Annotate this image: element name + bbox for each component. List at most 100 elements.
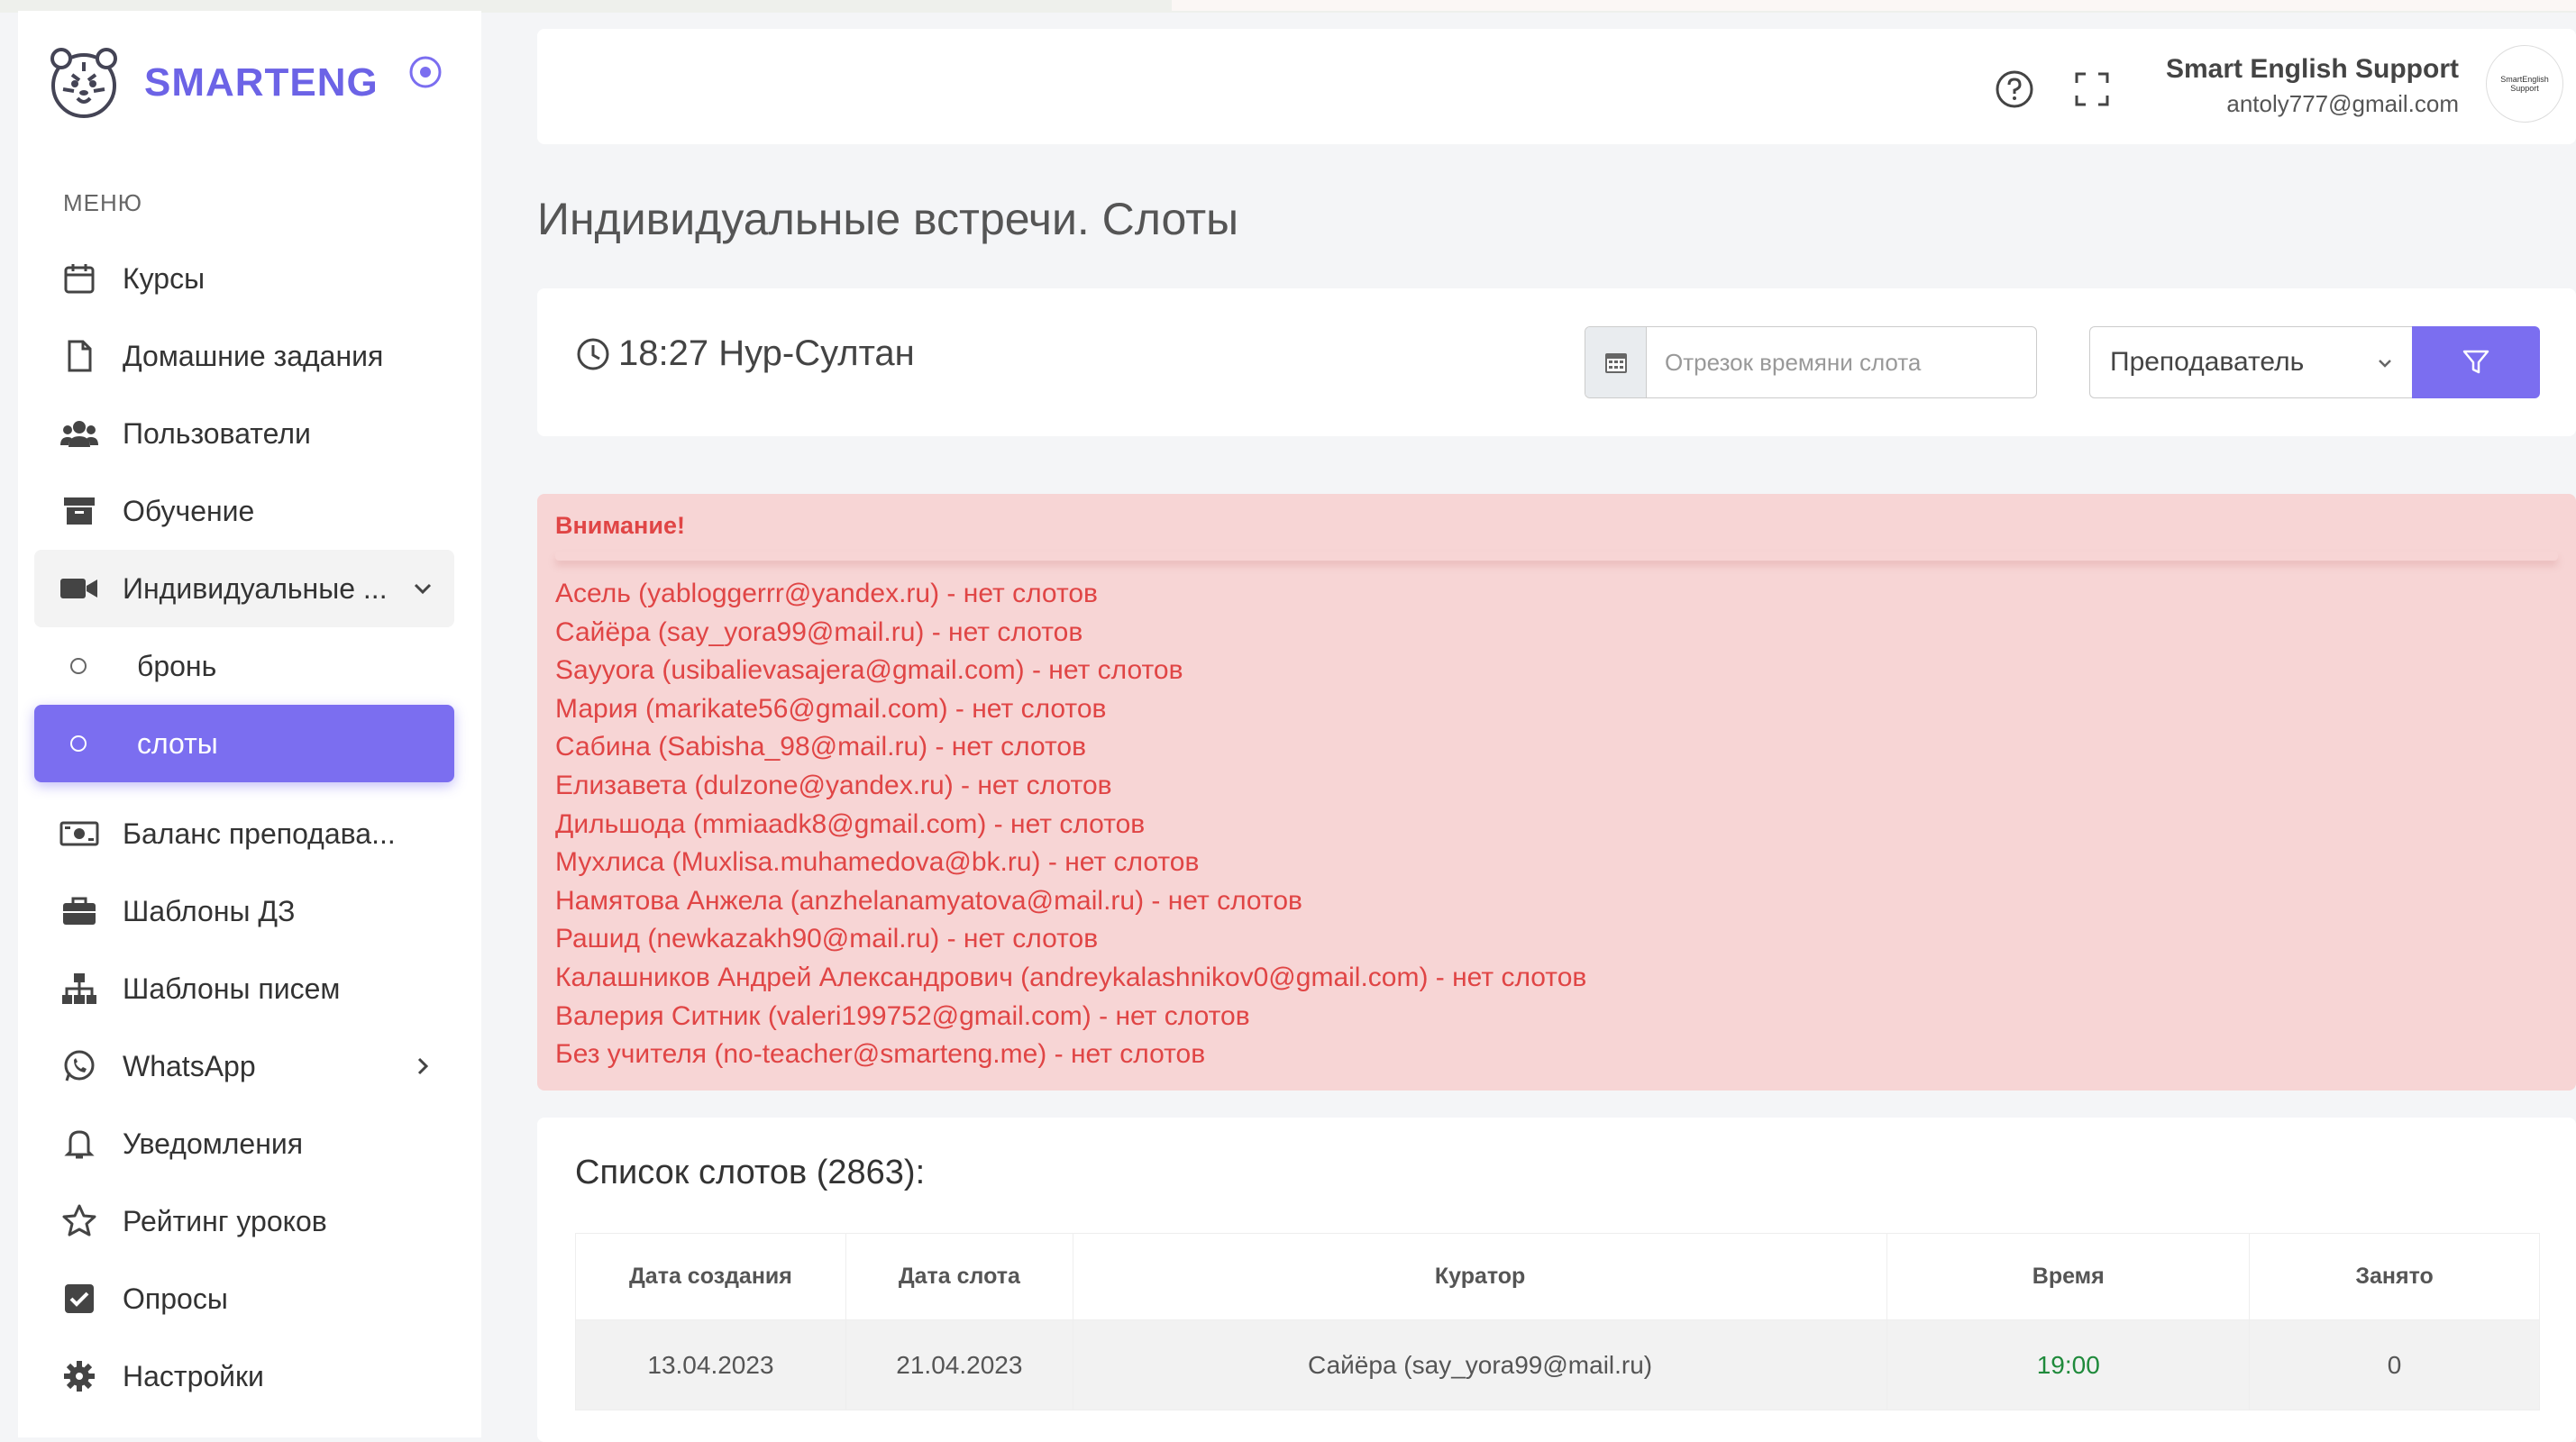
warning-alert: Внимание! Асель (yabloggerrr@yandex.ru) … <box>537 494 2576 1091</box>
sidebar-item-individual[interactable]: Индивидуальные ... <box>34 550 454 627</box>
sidebar-item-label: Баланс преподава... <box>123 817 396 850</box>
table-header-row: Дата создания Дата слота Куратор Время З… <box>575 1233 2540 1320</box>
alert-line: Sayyora (usibalievasajera@gmail.com) - н… <box>555 655 1183 686</box>
gear-icon <box>59 1356 99 1396</box>
sidebar-item-whatsapp[interactable]: WhatsApp <box>34 1027 454 1105</box>
alert-title: Внимание! <box>555 512 685 539</box>
sidebar-item-homework[interactable]: Домашние задания <box>34 317 454 395</box>
clock-text: 18:27 Нур-Султан <box>618 333 915 373</box>
chevron-down-icon <box>414 583 432 595</box>
date-range-field[interactable] <box>1585 326 2037 398</box>
sidebar-item-label: Индивидуальные ... <box>123 571 388 605</box>
cell-created: 13.04.2023 <box>575 1319 846 1410</box>
calendar-icon[interactable] <box>1585 327 1647 397</box>
whatsapp-icon <box>59 1046 99 1086</box>
sidebar-item-label: Пользователи <box>123 416 311 450</box>
sidebar-nav: Курсы Домашние задания Пользователи Обуч… <box>34 240 454 1415</box>
cell-curator: Сайёра (say_yora99@mail.ru) <box>1072 1319 1888 1410</box>
sidebar-item-label: Рейтинг уроков <box>123 1204 327 1237</box>
circle-icon <box>70 658 87 674</box>
alert-line: Рашид (newkazakh90@mail.ru) - нет слотов <box>555 924 1099 954</box>
sidebar-item-label: Домашние задания <box>123 339 384 372</box>
menu-header: МЕНЮ <box>63 189 143 216</box>
column-header-occupied[interactable]: Занято <box>2249 1233 2540 1320</box>
slots-card: Список слотов (2863): Дата создания Дата… <box>537 1118 2576 1442</box>
sidebar-subitem-slots[interactable]: слоты <box>34 705 454 782</box>
sidebar-item-homework-templates[interactable]: Шаблоны ДЗ <box>34 872 454 950</box>
sidebar-item-label: Обучение <box>123 494 255 527</box>
alert-line: Калашников Андрей Александрович (andreyk… <box>555 962 1587 992</box>
alert-line: Дильшода (mmiaadk8@gmail.com) - нет слот… <box>555 808 1146 839</box>
sidebar-item-courses[interactable]: Курсы <box>34 240 454 317</box>
help-icon[interactable] <box>1994 68 2035 110</box>
sidebar-item-notifications[interactable]: Уведомления <box>34 1105 454 1182</box>
brand[interactable]: SMARTENG <box>45 38 379 128</box>
sidebar-item-learning[interactable]: Обучение <box>34 472 454 550</box>
filter-button[interactable] <box>2412 326 2540 398</box>
slots-title: Список слотов (2863): <box>575 1154 926 1191</box>
briefcase-icon <box>59 891 99 931</box>
checkbox-icon <box>59 1279 99 1319</box>
money-icon <box>59 814 99 853</box>
sidebar-item-label: бронь <box>137 649 217 682</box>
sidebar-toggle-icon[interactable] <box>407 54 443 90</box>
table-row[interactable]: 13.04.2023 21.04.2023 Сайёра (say_yora99… <box>575 1319 2540 1410</box>
top-header: Smart English Support antoly777@gmail.co… <box>537 29 2576 144</box>
filter-card: 18:27 Нур-Султан Преподаватель <box>537 288 2576 436</box>
date-range-input[interactable] <box>1647 327 2036 397</box>
alert-line: Елизавета (dulzone@yandex.ru) - нет слот… <box>555 770 1112 800</box>
star-icon <box>59 1201 99 1241</box>
teacher-select[interactable]: Преподаватель <box>2089 326 2412 398</box>
alert-line: Мухлиса (Muxlisa.muhamedova@bk.ru) - нет… <box>555 847 1200 878</box>
fullscreen-icon[interactable] <box>2071 68 2113 110</box>
sidebar-item-settings[interactable]: Настройки <box>34 1337 454 1415</box>
archive-icon <box>59 491 99 531</box>
brand-name: SMARTENG <box>144 60 379 105</box>
chevron-right-icon <box>417 1057 429 1075</box>
bell-icon <box>59 1124 99 1164</box>
alert-line: Мария (marikate56@gmail.com) - нет слото… <box>555 693 1107 724</box>
circle-icon <box>70 735 87 752</box>
sidebar-item-label: Шаблоны писем <box>123 972 341 1005</box>
cell-slot-date: 21.04.2023 <box>845 1319 1073 1410</box>
video-icon <box>59 569 99 608</box>
teacher-select-value: Преподаватель <box>2110 347 2305 377</box>
alert-list: Асель (yabloggerrr@yandex.ru) - нет слот… <box>555 575 1586 1074</box>
alert-line: Намятова Анжела (anzhelanamyatova@mail.r… <box>555 885 1302 916</box>
page-title: Индивидуальные встречи. Слоты <box>537 194 1239 244</box>
alert-line: Валерия Ситник (valeri199752@gmail.com) … <box>555 1000 1250 1031</box>
chevron-down-icon <box>2379 360 2391 368</box>
alert-divider <box>555 552 2558 561</box>
calendar-icon <box>59 259 99 298</box>
column-header-curator[interactable]: Куратор <box>1072 1233 1888 1320</box>
sidebar-item-label: Настройки <box>123 1359 264 1392</box>
sidebar-item-label: слоты <box>137 726 218 760</box>
sidebar-subitem-booking[interactable]: бронь <box>34 627 454 705</box>
column-header-created[interactable]: Дата создания <box>575 1233 846 1320</box>
tiger-logo-icon <box>50 48 117 118</box>
column-header-time[interactable]: Время <box>1886 1233 2251 1320</box>
alert-line: Асель (yabloggerrr@yandex.ru) - нет слот… <box>555 579 1098 608</box>
alert-line: Сайёра (say_yora99@mail.ru) - нет слотов <box>555 616 1083 647</box>
sidebar-item-letter-templates[interactable]: Шаблоны писем <box>34 950 454 1027</box>
sidebar-item-label: Шаблоны ДЗ <box>123 894 296 927</box>
filter-icon <box>2462 350 2489 374</box>
sidebar-item-surveys[interactable]: Опросы <box>34 1260 454 1337</box>
sidebar-item-label: Курсы <box>123 261 206 295</box>
sitemap-icon <box>59 969 99 1008</box>
clock-icon <box>577 338 609 370</box>
current-time: 18:27 Нур-Султан <box>575 333 915 374</box>
column-header-slot-date[interactable]: Дата слота <box>845 1233 1073 1320</box>
sidebar-item-label: WhatsApp <box>123 1049 256 1082</box>
sidebar-item-label: Опросы <box>123 1282 228 1315</box>
file-icon <box>59 336 99 376</box>
cell-occupied: 0 <box>2249 1319 2540 1410</box>
sidebar-item-users[interactable]: Пользователи <box>34 395 454 472</box>
sidebar-item-teacher-balance[interactable]: Баланс преподава... <box>34 795 454 872</box>
slots-table: Дата создания Дата слота Куратор Время З… <box>575 1233 2540 1410</box>
users-icon <box>59 414 99 453</box>
user-email: antoly777@gmail.com <box>2226 90 2459 117</box>
avatar[interactable]: SmartEnglish Support <box>2486 45 2563 123</box>
sidebar-item-lesson-rating[interactable]: Рейтинг уроков <box>34 1182 454 1260</box>
user-name[interactable]: Smart English Support <box>2166 54 2459 85</box>
